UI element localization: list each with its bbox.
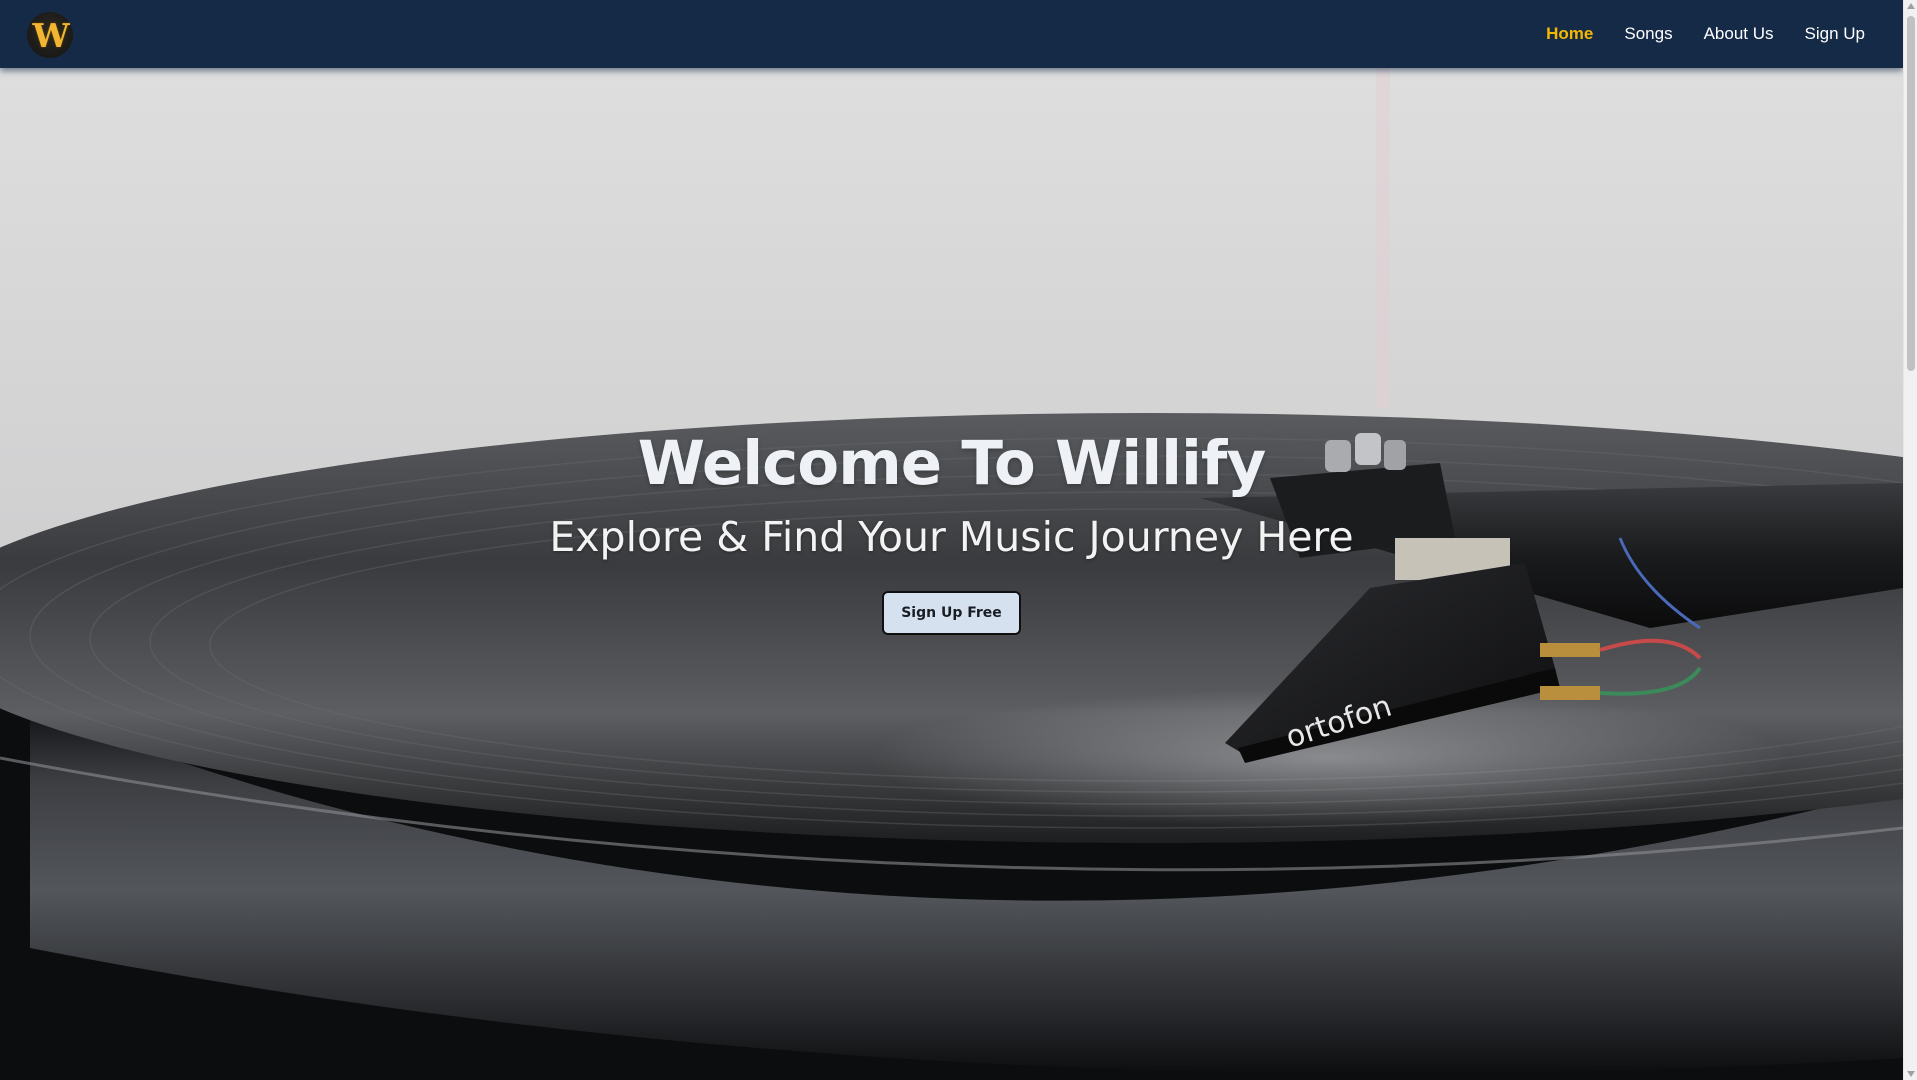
willify-logo-icon[interactable]: W [27, 12, 73, 58]
nav-sign-up-link[interactable]: Sign Up [1805, 24, 1865, 44]
sign-up-free-button[interactable]: Sign Up Free [882, 591, 1021, 635]
logo-letter: W [32, 15, 69, 55]
nav-home-link[interactable]: Home [1546, 24, 1593, 44]
hero-content: Welcome To Willify Explore & Find Your M… [0, 428, 1903, 635]
hero-title: Welcome To Willify [637, 428, 1267, 499]
scrollbar-thumb[interactable] [1907, 16, 1915, 371]
nav-about-us-link[interactable]: About Us [1704, 24, 1774, 44]
hero-subtitle: Explore & Find Your Music Journey Here [549, 513, 1354, 561]
page-viewport: W Home Songs About Us Sign Up ortofon We… [0, 0, 1903, 1080]
scroll-down-arrow-icon[interactable] [1907, 1071, 1915, 1077]
nav-songs-link[interactable]: Songs [1624, 24, 1672, 44]
nav-links: Home Songs About Us Sign Up [1546, 0, 1865, 68]
hero-section: ortofon Welcome To Willify Explore & Fin… [0, 68, 1903, 1080]
vertical-scrollbar[interactable] [1903, 0, 1917, 1080]
top-navbar: W Home Songs About Us Sign Up [0, 0, 1903, 68]
scroll-up-arrow-icon[interactable] [1907, 3, 1915, 9]
